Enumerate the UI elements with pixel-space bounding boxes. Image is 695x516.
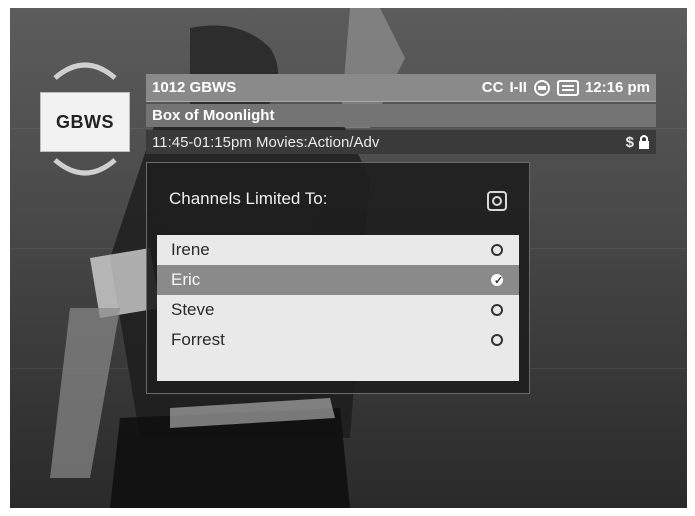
radio-icon[interactable]: [491, 244, 503, 256]
list-item[interactable]: Forrest: [157, 325, 519, 355]
close-icon-glyph: [492, 196, 502, 206]
list-item-label: Eric: [171, 270, 201, 289]
up-arrow-icon[interactable]: [52, 54, 118, 84]
profile-list: Irene Eric ✓ Steve Forrest: [157, 235, 519, 381]
clock-time: 12:16 pm: [584, 79, 650, 96]
radio-icon[interactable]: [491, 334, 503, 346]
list-item[interactable]: Steve: [157, 295, 519, 325]
closed-caption-label: CC: [481, 79, 504, 96]
list-item-label: Steve: [171, 300, 215, 319]
lock-icon: [639, 135, 649, 149]
list-item-label: Forrest: [171, 330, 225, 349]
price-symbol: $: [625, 133, 634, 151]
closed-caption-icon: [556, 79, 579, 96]
list-item[interactable]: Irene: [157, 235, 519, 265]
channel-name: 1012 GBWS: [152, 79, 237, 96]
tv-screen: GBWS 1012 GBWS CC I-II 12:16 pm Box of M…: [10, 8, 687, 508]
program-info-bar: 11:45-01:15pm Movies:Action/Adv $: [146, 130, 656, 154]
guide-icon: [533, 79, 550, 96]
radio-icon[interactable]: ✓: [491, 274, 504, 287]
program-title: Box of Moonlight: [152, 107, 275, 124]
program-title-bar: Box of Moonlight: [146, 104, 656, 127]
channel-banner: 1012 GBWS CC I-II 12:16 pm: [146, 74, 656, 102]
program-info: 11:45-01:15pm Movies:Action/Adv: [152, 133, 380, 151]
down-arrow-icon[interactable]: [52, 154, 118, 184]
channel-logo: GBWS: [40, 92, 130, 152]
list-item-selected[interactable]: Eric ✓: [157, 265, 519, 295]
check-icon: ✓: [494, 275, 504, 287]
close-icon[interactable]: [487, 191, 507, 211]
radio-icon[interactable]: [491, 304, 503, 316]
dialog-title: Channels Limited To:: [169, 189, 328, 208]
channels-limited-dialog: Channels Limited To: Irene Eric ✓ Steve …: [146, 162, 530, 394]
list-item-label: Irene: [171, 240, 210, 259]
rating-label: I-II: [509, 79, 527, 96]
